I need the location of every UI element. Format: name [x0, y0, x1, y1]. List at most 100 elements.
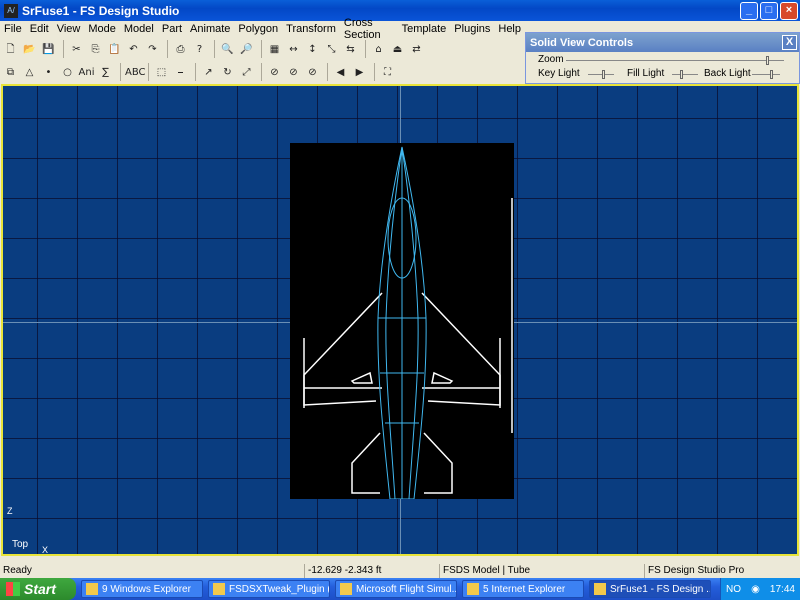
back-light-label: Back Light	[704, 68, 751, 79]
zoom-in-icon[interactable]: 🔍	[219, 41, 236, 58]
menu-mode[interactable]: Mode	[84, 23, 120, 35]
menu-animate[interactable]: Animate	[186, 23, 234, 35]
redo-icon[interactable]: ↷	[144, 41, 161, 58]
maximize-button[interactable]: □	[760, 1, 778, 20]
view-top-icon[interactable]: ⌂	[370, 41, 387, 58]
scale-icon[interactable]: ⤢	[238, 64, 255, 81]
toolbar-separator	[261, 63, 262, 81]
view-front-icon[interactable]: ⇄	[408, 41, 425, 58]
taskbar-item[interactable]: FSDSXTweak_Plugin (...	[208, 580, 330, 598]
model-preview-area	[290, 143, 514, 500]
copy-icon[interactable]: ⎘	[87, 41, 104, 58]
circle-icon[interactable]: ○	[59, 64, 76, 81]
solid-view-title: Solid View Controls	[530, 36, 634, 49]
taskbar-item[interactable]: SrFuse1 - FS Design ...	[589, 580, 711, 598]
menu-polygon[interactable]: Polygon	[234, 23, 282, 35]
x-axis-label: X	[42, 545, 49, 555]
toolbar-separator	[167, 40, 168, 58]
part-icon[interactable]: ⧉	[2, 64, 19, 81]
menu-help[interactable]: Help	[494, 23, 525, 35]
title-bar: A/ SrFuse1 - FS Design Studio _ □ ×	[0, 0, 800, 21]
status-app: FS Design Studio Pro	[648, 565, 745, 576]
save-icon[interactable]: 💾	[40, 41, 57, 58]
taskbar-item[interactable]: Microsoft Flight Simul...	[335, 580, 457, 598]
taskbar-item[interactable]: 9 Windows Explorer	[81, 580, 203, 598]
help-icon[interactable]: ?	[191, 41, 208, 58]
task-label: 5 Internet Explorer	[483, 583, 566, 595]
cut-icon[interactable]: ✂	[68, 41, 85, 58]
language-indicator[interactable]: NO	[726, 584, 741, 595]
task-app-icon	[467, 583, 479, 595]
grid-icon[interactable]: ▦	[266, 41, 283, 58]
menu-view[interactable]: View	[53, 23, 85, 35]
menu-transform[interactable]: Transform	[282, 23, 340, 35]
rotate-icon[interactable]: ↻	[219, 64, 236, 81]
solid-view-close-button[interactable]: X	[782, 35, 797, 50]
menu-file[interactable]: File	[0, 23, 26, 35]
align-icon[interactable]: ⇆	[342, 41, 359, 58]
scale-x-icon[interactable]: ↔	[285, 41, 302, 58]
binoculars-icon[interactable]: ⛶	[379, 64, 396, 81]
task-app-icon	[594, 583, 606, 595]
stop-3-icon[interactable]: ⊘	[304, 64, 321, 81]
clock: 17:44	[769, 583, 795, 595]
key-light-slider[interactable]	[588, 70, 614, 79]
prev-icon[interactable]: ◀	[332, 64, 349, 81]
menu-model[interactable]: Model	[120, 23, 158, 35]
toolbar-separator	[327, 63, 328, 81]
toolbar-separator	[214, 40, 215, 58]
windows-logo-icon	[6, 582, 20, 596]
menu-part[interactable]: Part	[158, 23, 186, 35]
task-label: FSDSXTweak_Plugin (...	[229, 583, 330, 595]
sum-icon[interactable]: ∑	[97, 64, 114, 81]
menu-plugins[interactable]: Plugins	[450, 23, 494, 35]
print-icon[interactable]: ⎙	[172, 41, 189, 58]
close-button[interactable]: ×	[780, 1, 798, 20]
triangle-icon[interactable]: △	[21, 64, 38, 81]
tray-icon[interactable]: ◉	[751, 584, 760, 595]
fill-light-thumb[interactable]	[680, 70, 683, 79]
select-icon[interactable]: ⬚	[153, 64, 170, 81]
new-icon[interactable]: 🗋	[2, 41, 19, 58]
task-app-icon	[86, 583, 98, 595]
scale-y-icon[interactable]: ↕	[304, 41, 321, 58]
zoom-label: Zoom	[538, 54, 564, 65]
start-button[interactable]: Start	[0, 578, 76, 600]
point-icon[interactable]: •	[40, 64, 57, 81]
line-icon[interactable]: ⎯	[172, 64, 189, 81]
minimize-button[interactable]: _	[740, 1, 758, 20]
move-icon[interactable]: ↗	[200, 64, 217, 81]
back-light-thumb[interactable]	[770, 70, 773, 79]
stop-2-icon[interactable]: ⊘	[285, 64, 302, 81]
back-light-slider[interactable]	[752, 70, 780, 79]
menu-edit[interactable]: Edit	[26, 23, 53, 35]
solid-view-controls-panel: Solid View Controls X Zoom Key Light Fil…	[525, 32, 800, 84]
ani-icon[interactable]: Ani	[78, 64, 95, 81]
text-icon[interactable]: ABC	[125, 64, 146, 81]
edit-toolbar: ⧉ △ • ○ Ani ∑ ABC ⬚ ⎯ ↗ ↻ ⤢ ⊘ ⊘ ⊘ ◀ ▶ ⛶	[2, 61, 398, 83]
view-side-icon[interactable]: ⏏	[389, 41, 406, 58]
zoom-slider-thumb[interactable]	[766, 56, 769, 65]
toolbar-separator	[120, 63, 121, 81]
zoom-out-icon[interactable]: 🔎	[238, 41, 255, 58]
stop-1-icon[interactable]: ⊘	[266, 64, 283, 81]
menu-template[interactable]: Template	[398, 23, 451, 35]
scale-z-icon[interactable]: ⤡	[323, 41, 340, 58]
model-viewport[interactable]: Z X Top	[1, 84, 799, 556]
z-axis-label: Z	[7, 506, 13, 516]
window-title: SrFuse1 - FS Design Studio	[22, 3, 180, 18]
view-name-label: Top	[12, 539, 29, 550]
taskbar-item[interactable]: 5 Internet Explorer	[462, 580, 584, 598]
zoom-slider[interactable]	[566, 56, 784, 65]
open-icon[interactable]: 📂	[21, 41, 38, 58]
task-app-icon	[213, 583, 225, 595]
fill-light-slider[interactable]	[672, 70, 698, 79]
aircraft-outline	[303, 198, 513, 494]
task-app-icon	[340, 583, 352, 595]
paste-icon[interactable]: 📋	[106, 41, 123, 58]
next-icon[interactable]: ▶	[351, 64, 368, 81]
undo-icon[interactable]: ↶	[125, 41, 142, 58]
key-light-thumb[interactable]	[602, 70, 605, 79]
taskbar: Start 9 Windows Explorer FSDSXTweak_Plugi…	[0, 578, 800, 600]
task-list: 9 Windows Explorer FSDSXTweak_Plugin (...…	[76, 580, 711, 598]
